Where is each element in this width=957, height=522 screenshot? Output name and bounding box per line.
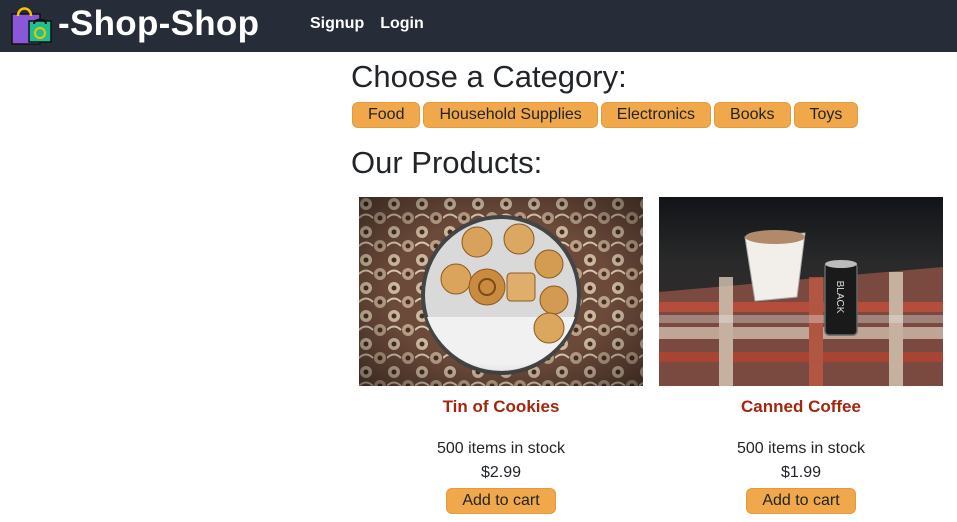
product-card-tin-of-cookies: Tin of Cookies 500 items in stock $2.99 … xyxy=(359,197,643,514)
svg-text:BLACK: BLACK xyxy=(834,281,845,314)
brand-title[interactable]: -Shop-Shop xyxy=(58,4,259,44)
price-text: $1.99 xyxy=(780,464,822,481)
login-link[interactable]: Login xyxy=(380,14,424,34)
signup-link[interactable]: Signup xyxy=(310,14,364,34)
stock-text: 500 items in stock xyxy=(736,440,866,457)
category-electronics-button[interactable]: Electronics xyxy=(600,102,712,128)
category-list: Food Household Supplies Electronics Book… xyxy=(352,102,859,128)
stock-text: 500 items in stock xyxy=(436,440,566,457)
category-food-button[interactable]: Food xyxy=(352,102,421,128)
shopping-bag-logo-icon[interactable] xyxy=(11,4,53,46)
products-heading: Our Products: xyxy=(351,145,543,180)
category-toys-button[interactable]: Toys xyxy=(793,102,859,128)
navbar: -Shop-Shop Signup Login xyxy=(0,0,957,52)
category-household-supplies-button[interactable]: Household Supplies xyxy=(423,102,598,128)
nav-links: Signup Login xyxy=(310,14,424,34)
category-heading: Choose a Category: xyxy=(351,59,627,94)
price-text: $2.99 xyxy=(480,464,522,481)
product-name-link[interactable]: Tin of Cookies xyxy=(359,397,643,417)
coffee-photo[interactable]: BLACK xyxy=(659,197,943,386)
add-to-cart-button[interactable]: Add to cart xyxy=(746,488,856,514)
product-card-canned-coffee: BLACK Canned Coffee 500 items in stock $… xyxy=(659,197,943,514)
product-name-link[interactable]: Canned Coffee xyxy=(659,397,943,417)
add-to-cart-button[interactable]: Add to cart xyxy=(446,488,556,514)
category-books-button[interactable]: Books xyxy=(714,102,791,128)
cookies-photo[interactable] xyxy=(359,197,643,386)
